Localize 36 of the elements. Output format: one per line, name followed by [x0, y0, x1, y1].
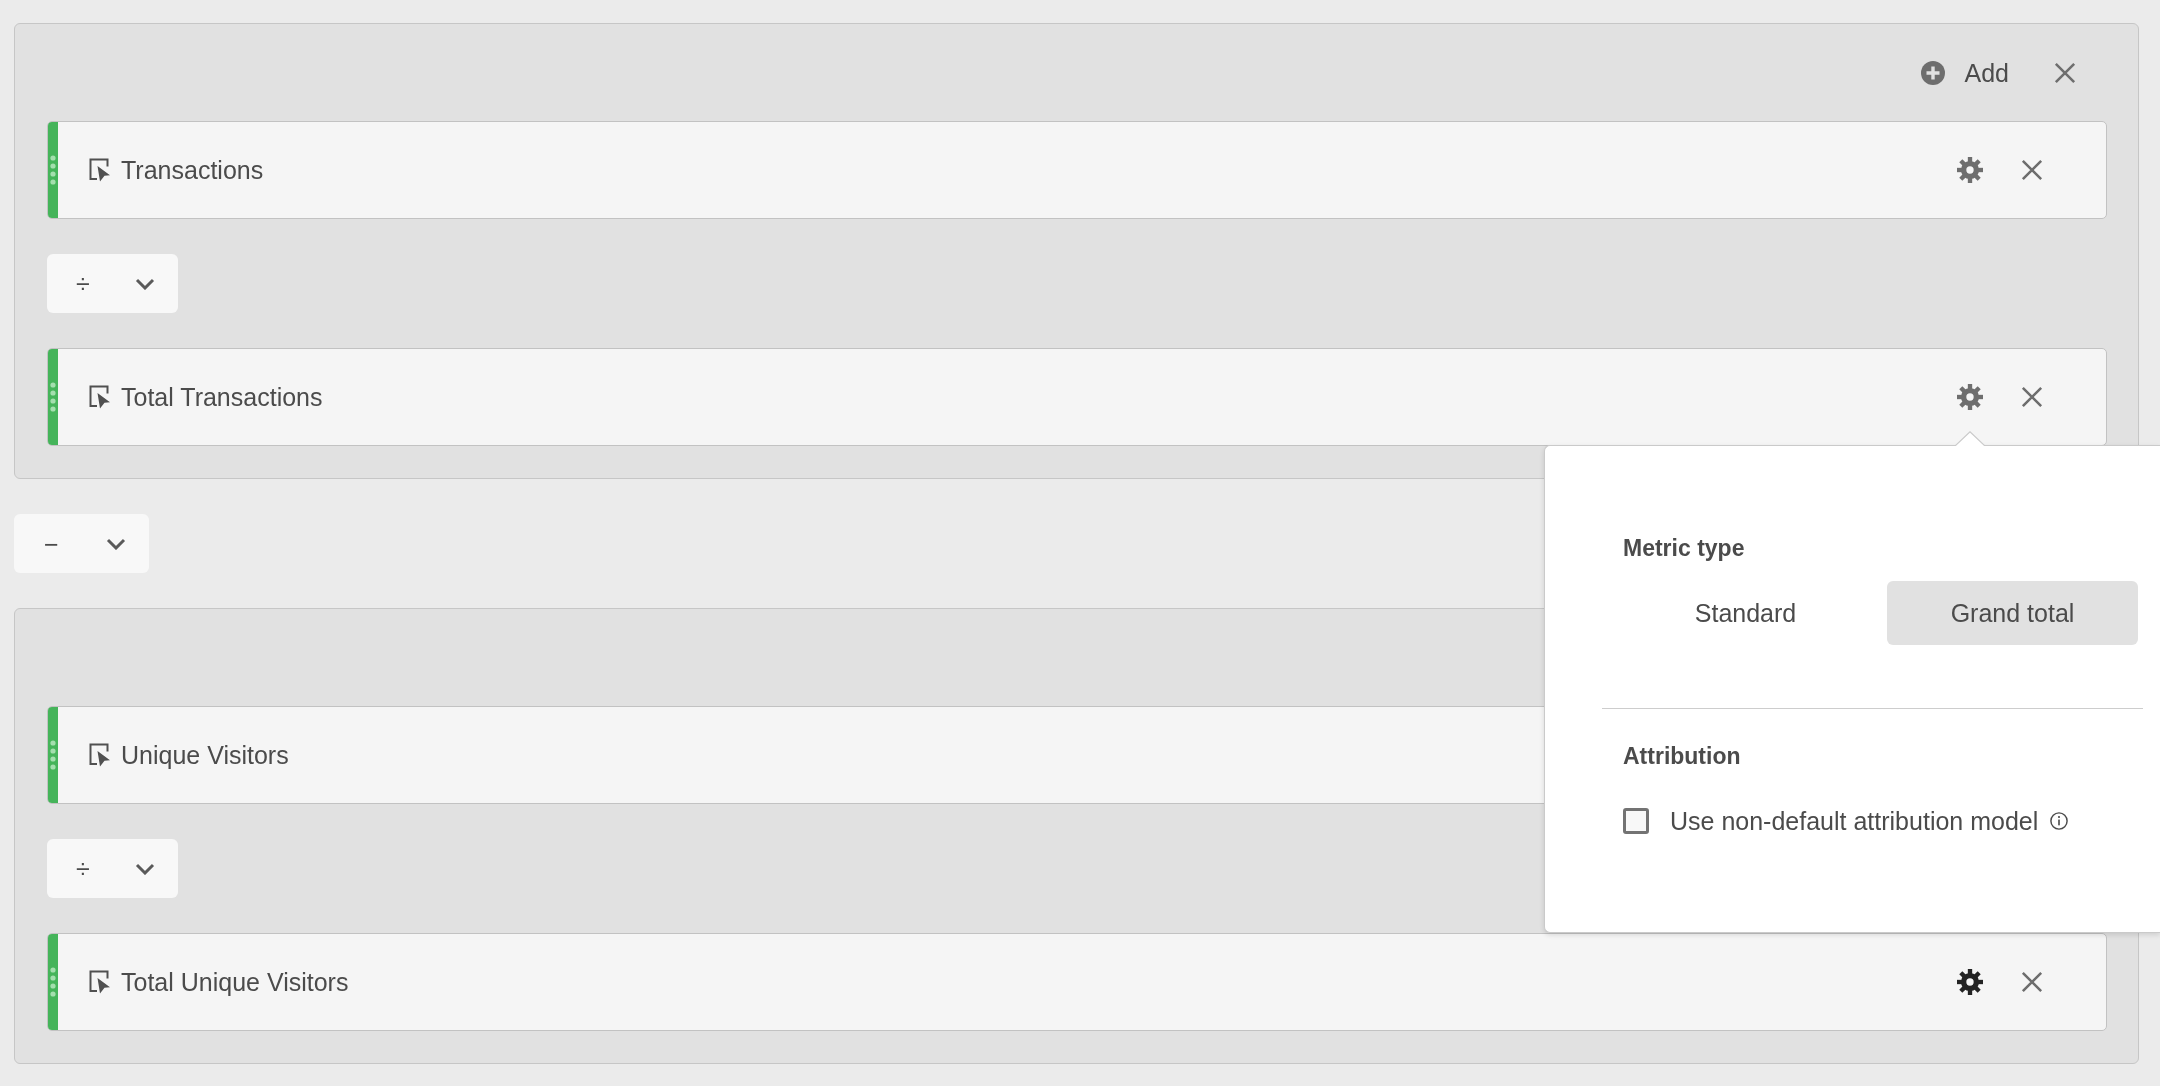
plus-circle-icon	[1920, 60, 1945, 85]
add-button[interactable]: Add	[1920, 57, 2009, 88]
drag-handle[interactable]	[48, 707, 58, 803]
pointer-box-icon	[89, 385, 111, 409]
metric-name: Total Transactions	[121, 382, 323, 412]
checkbox[interactable]	[1623, 808, 1649, 834]
section-heading: Attribution	[1623, 742, 1741, 771]
chevron-down-icon	[105, 537, 126, 550]
close-icon[interactable]	[2021, 971, 2043, 993]
pointer-box-icon	[89, 743, 111, 767]
operator-dropdown[interactable]: ÷	[47, 254, 178, 313]
settings-icon[interactable]	[1957, 969, 1983, 995]
chevron-down-icon	[134, 277, 155, 290]
grip-icon	[49, 967, 56, 997]
checkbox-label[interactable]: Use non-default attribution model	[1670, 806, 2039, 836]
pointer-box-icon	[89, 970, 111, 994]
info-icon[interactable]	[2050, 812, 2069, 830]
metric-name: Transactions	[121, 155, 264, 185]
grip-icon	[49, 740, 56, 770]
operator-dropdown[interactable]: −	[14, 514, 149, 573]
grip-icon	[49, 155, 56, 185]
grip-icon	[49, 382, 56, 412]
pointer-box-icon	[89, 158, 111, 182]
close-icon[interactable]	[2021, 159, 2043, 181]
segment-option[interactable]: Grand total	[1887, 581, 2138, 645]
drag-handle[interactable]	[48, 349, 58, 445]
metric-name: Total Unique Visitors	[121, 967, 349, 997]
section-heading: Metric type	[1623, 534, 1745, 563]
drag-handle[interactable]	[48, 122, 58, 218]
chevron-down-icon	[134, 862, 155, 875]
close-icon[interactable]	[2021, 386, 2043, 408]
metric-name: Unique Visitors	[121, 740, 289, 770]
close-icon[interactable]	[2054, 61, 2076, 84]
drag-handle[interactable]	[48, 934, 58, 1030]
operator-dropdown[interactable]: ÷	[47, 839, 178, 898]
segment-option[interactable]: Standard	[1620, 581, 1871, 645]
